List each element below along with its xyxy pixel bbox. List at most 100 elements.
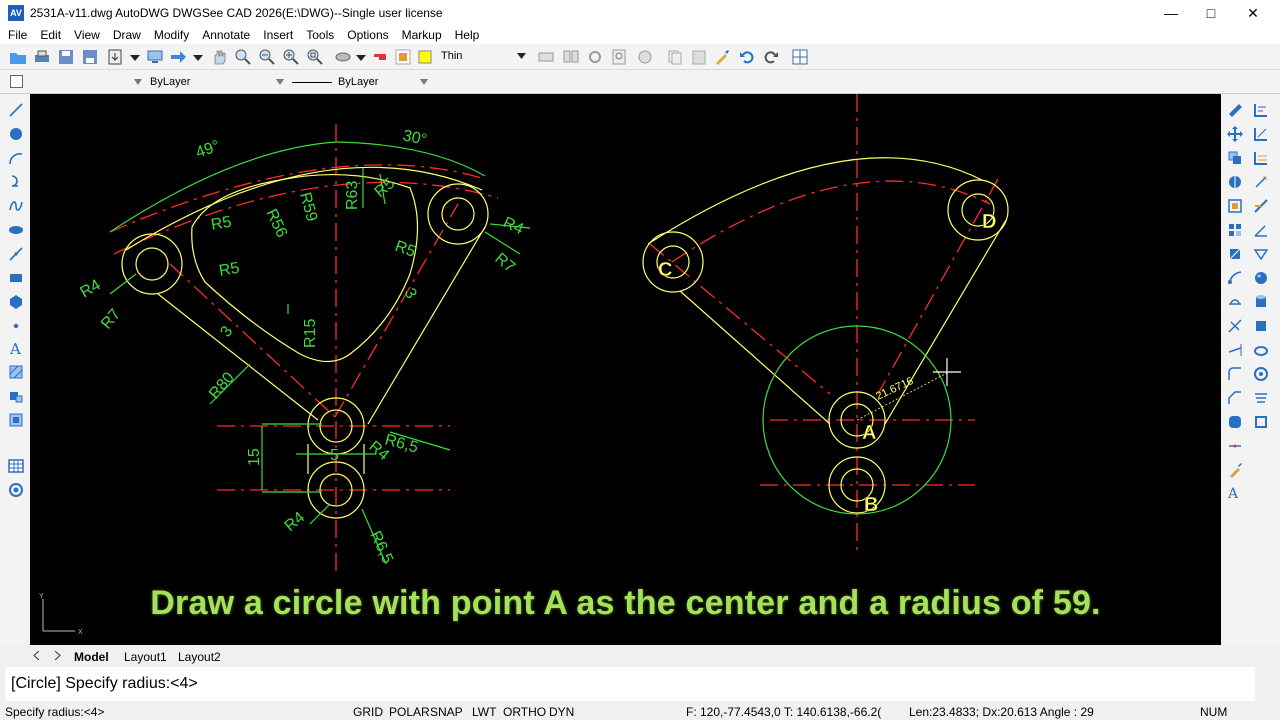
stretch-tool-icon[interactable] bbox=[1227, 294, 1243, 310]
torus-icon[interactable] bbox=[1253, 342, 1269, 358]
command-line[interactable]: [Circle] Specify radius:<4> bbox=[5, 667, 1255, 701]
dimension-linear-icon[interactable] bbox=[1253, 102, 1269, 118]
drawing-canvas[interactable]: 49° 30° R63 R59 R56 R5 R5 R5 R5 R4 R7 R4… bbox=[30, 94, 1221, 645]
text-tool-icon[interactable]: A bbox=[8, 340, 24, 356]
redo-icon[interactable] bbox=[762, 48, 780, 66]
dimension-aligned-icon[interactable] bbox=[1253, 126, 1269, 142]
close-button[interactable]: ✕ bbox=[1232, 0, 1274, 26]
table-tool-icon[interactable] bbox=[8, 458, 24, 474]
wedge-icon[interactable] bbox=[1253, 366, 1269, 382]
table-icon[interactable] bbox=[537, 48, 555, 66]
zoom-in-icon[interactable] bbox=[282, 48, 300, 66]
block-tool-icon[interactable] bbox=[8, 388, 24, 404]
dimension-continue-icon[interactable] bbox=[1253, 246, 1269, 262]
toggle-dyn[interactable]: DYN bbox=[549, 705, 574, 719]
grid-view-icon[interactable] bbox=[791, 48, 809, 66]
pan-hand-icon[interactable] bbox=[210, 48, 228, 66]
monitor-icon[interactable] bbox=[146, 48, 164, 66]
xline-tool-icon[interactable] bbox=[8, 246, 24, 262]
layer-checkbox-icon[interactable] bbox=[10, 75, 23, 88]
tab-model[interactable]: Model bbox=[74, 648, 109, 665]
hatch-tool-icon[interactable] bbox=[8, 364, 24, 380]
menu-modify[interactable]: Modify bbox=[149, 28, 194, 42]
arc-tool-icon[interactable] bbox=[8, 150, 24, 166]
eraser-icon[interactable] bbox=[371, 48, 389, 66]
zoom-extents-icon[interactable] bbox=[306, 48, 324, 66]
tab-scroll-left-icon[interactable] bbox=[33, 651, 41, 660]
menu-edit[interactable]: Edit bbox=[35, 28, 66, 42]
tab-scroll-right-icon[interactable] bbox=[53, 651, 61, 660]
text-style-icon[interactable]: A bbox=[1227, 484, 1243, 500]
box-3d-icon[interactable] bbox=[1253, 318, 1269, 334]
rotate-tool-icon[interactable] bbox=[1227, 246, 1243, 262]
polyline-tool-icon[interactable] bbox=[8, 174, 24, 190]
compare-icon[interactable] bbox=[562, 48, 580, 66]
chamfer-tool-icon[interactable] bbox=[1227, 390, 1243, 406]
toggle-polar[interactable]: POLAR bbox=[389, 705, 430, 719]
fillet-tool-icon[interactable] bbox=[1227, 414, 1243, 430]
find-icon[interactable] bbox=[610, 48, 628, 66]
cylinder-icon[interactable] bbox=[1253, 294, 1269, 310]
maximize-button[interactable]: □ bbox=[1190, 0, 1232, 26]
scale-tool-icon[interactable] bbox=[1227, 270, 1243, 286]
export-icon[interactable] bbox=[106, 48, 124, 66]
copy-tool-icon[interactable] bbox=[1227, 150, 1243, 166]
trim-tool-icon[interactable] bbox=[1227, 318, 1243, 334]
layer-select[interactable] bbox=[30, 73, 146, 91]
break-tool-icon[interactable] bbox=[1227, 366, 1243, 382]
menu-options[interactable]: Options bbox=[342, 28, 393, 42]
menu-file[interactable]: File bbox=[3, 28, 32, 42]
explode-tool-icon[interactable] bbox=[1253, 414, 1269, 430]
menu-markup[interactable]: Markup bbox=[397, 28, 447, 42]
help-circle-icon[interactable] bbox=[636, 48, 654, 66]
menu-draw[interactable]: Draw bbox=[108, 28, 146, 42]
menu-help[interactable]: Help bbox=[450, 28, 485, 42]
arrow-dropdown-icon[interactable] bbox=[189, 48, 207, 66]
copy-icon[interactable] bbox=[666, 48, 684, 66]
spline-tool-icon[interactable] bbox=[8, 198, 24, 214]
match-prop-brush-icon[interactable] bbox=[1227, 462, 1243, 478]
color-swatch-icon[interactable] bbox=[394, 48, 412, 66]
tab-layout2[interactable]: Layout2 bbox=[178, 648, 221, 665]
paste-icon[interactable] bbox=[690, 48, 708, 66]
rotate-view-icon[interactable] bbox=[586, 48, 604, 66]
move-tool-icon[interactable] bbox=[1227, 126, 1243, 142]
extend-tool-icon[interactable] bbox=[1227, 342, 1243, 358]
zoom-out-icon[interactable] bbox=[258, 48, 276, 66]
sphere-icon[interactable] bbox=[1253, 270, 1269, 286]
dimension-diameter-icon[interactable] bbox=[1253, 198, 1269, 214]
arrow-right-icon[interactable] bbox=[169, 48, 187, 66]
color-select[interactable]: ByLayer bbox=[148, 73, 288, 91]
lineweight-select[interactable]: Thin bbox=[437, 47, 532, 65]
menu-tools[interactable]: Tools bbox=[301, 28, 339, 42]
insert-block-icon[interactable] bbox=[8, 412, 24, 428]
dimension-radius-icon[interactable] bbox=[1253, 174, 1269, 190]
open-folder-icon[interactable] bbox=[9, 48, 27, 66]
match-properties-icon[interactable] bbox=[713, 48, 731, 66]
ellipse-tool-icon[interactable] bbox=[8, 222, 24, 238]
dimension-angular-icon[interactable] bbox=[1253, 222, 1269, 238]
linetype-select[interactable]: ByLayer bbox=[292, 73, 432, 91]
tab-layout1[interactable]: Layout1 bbox=[124, 648, 167, 665]
color-yellow-icon[interactable] bbox=[416, 48, 434, 66]
point-tool-icon[interactable] bbox=[8, 318, 24, 334]
toggle-grid[interactable]: GRID bbox=[353, 705, 383, 719]
toggle-ortho[interactable]: ORTHO bbox=[503, 705, 546, 719]
minimize-button[interactable]: — bbox=[1150, 0, 1192, 26]
zoom-realtime-icon[interactable] bbox=[234, 48, 252, 66]
save-as-icon[interactable] bbox=[81, 48, 99, 66]
layers-icon[interactable] bbox=[334, 48, 352, 66]
erase-tool-icon[interactable] bbox=[1227, 102, 1243, 118]
cone-icon[interactable] bbox=[1253, 390, 1269, 406]
layers-dropdown-icon[interactable] bbox=[352, 48, 370, 66]
menu-insert[interactable]: Insert bbox=[258, 28, 298, 42]
donut-tool-icon[interactable] bbox=[8, 482, 24, 498]
menu-view[interactable]: View bbox=[69, 28, 105, 42]
circle-tool-icon[interactable] bbox=[8, 126, 24, 142]
mirror-tool-icon[interactable] bbox=[1227, 174, 1243, 190]
line-tool-icon[interactable] bbox=[8, 102, 24, 118]
dimension-baseline-icon[interactable] bbox=[1253, 150, 1269, 166]
toggle-snap[interactable]: SNAP bbox=[430, 705, 463, 719]
polygon-tool-icon[interactable] bbox=[8, 294, 24, 310]
join-tool-icon[interactable] bbox=[1227, 438, 1243, 454]
